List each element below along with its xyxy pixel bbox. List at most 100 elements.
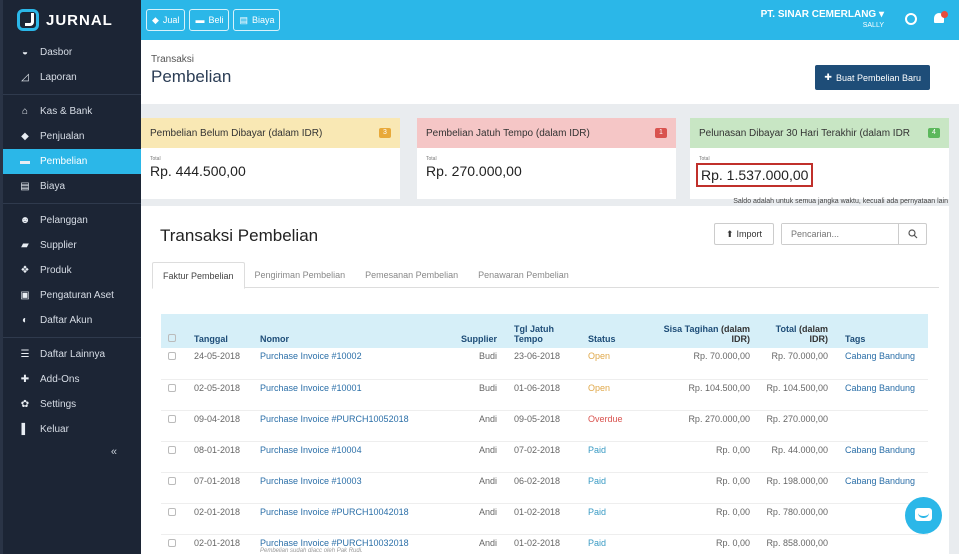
table-row[interactable]: 02-05-2018 Purchase Invoice #10001 Budi 01-… xyxy=(161,379,928,411)
company-switcher[interactable]: PT. SINAR CEMERLANG ▾ SALLY xyxy=(761,9,884,29)
sidebar-item-daftar-akun[interactable]: ◐ Daftar Akun xyxy=(3,308,141,333)
table-row[interactable]: 08-01-2018 Purchase Invoice #10004 Andi 07-… xyxy=(161,441,928,473)
sidebar-item-pengaturan-aset[interactable]: ▣ Pengaturan Aset xyxy=(3,283,141,308)
beli-button[interactable]: ▬ Beli xyxy=(189,9,230,31)
tab-pemesanan-pembelian[interactable]: Pemesanan Pembelian xyxy=(355,262,468,288)
row-select[interactable] xyxy=(161,503,191,535)
sidebar-item-penjualan[interactable]: ◆ Penjualan xyxy=(3,124,141,149)
tag-link[interactable]: Cabang Bandung xyxy=(845,383,915,393)
cube-icon: ❖ xyxy=(20,265,30,276)
purchase-tabs: Faktur Pembelian Pengiriman Pembelian Pe… xyxy=(152,262,939,289)
tab-penawaran-pembelian[interactable]: Penawaran Pembelian xyxy=(468,262,579,288)
sidebar-item-kas-bank[interactable]: ⌂ Kas & Bank xyxy=(3,99,141,124)
tab-faktur-pembelian[interactable]: Faktur Pembelian xyxy=(152,262,245,289)
sidebar-item-biaya[interactable]: ▤ Biaya xyxy=(3,174,141,199)
header-supplier[interactable]: Supplier xyxy=(450,314,500,348)
search-button[interactable] xyxy=(898,224,926,244)
breadcrumb[interactable]: Transaksi xyxy=(151,54,194,65)
logo[interactable]: JURNAL xyxy=(3,0,141,40)
sidebar-item-pelanggan[interactable]: ☻ Pelanggan xyxy=(3,208,141,233)
invoice-link[interactable]: Purchase Invoice #PURCH10042018 xyxy=(260,507,409,517)
row-select[interactable] xyxy=(161,441,191,473)
bell-icon[interactable] xyxy=(933,11,948,25)
page-title: Pembelian xyxy=(151,67,232,86)
cell-supplier: Andi xyxy=(450,410,500,442)
invoice-link[interactable]: Purchase Invoice #PURCH10032018 xyxy=(260,538,409,548)
header-tags[interactable]: Tags xyxy=(831,314,928,348)
tag-link[interactable]: Cabang Bandung xyxy=(845,476,915,486)
invoice-link[interactable]: Purchase Invoice #10004 xyxy=(260,445,362,455)
header-tanggal[interactable]: Tanggal xyxy=(191,314,257,348)
row-checkbox[interactable] xyxy=(168,507,176,516)
row-checkbox[interactable] xyxy=(168,476,176,485)
book-icon: ◐ xyxy=(21,315,29,326)
paid-last-30-days-card[interactable]: Pelunasan Dibayar 30 Hari Terakhir (dala… xyxy=(690,118,949,199)
row-checkbox[interactable] xyxy=(168,352,176,360)
select-all-checkbox[interactable] xyxy=(168,334,176,342)
sidebar-item-label: Penjualan xyxy=(40,131,85,142)
tag-link[interactable]: Cabang Bandung xyxy=(845,445,915,455)
unpaid-purchases-card[interactable]: Pembelian Belum Dibayar (dalam IDR) 3 To… xyxy=(141,118,400,199)
cell-tanggal: 07-01-2018 xyxy=(191,472,257,504)
sidebar-item-supplier[interactable]: ▰ Supplier xyxy=(3,233,141,258)
cell-tgl-jatuh-tempo: 01-02-2018 xyxy=(500,503,585,535)
row-select[interactable] xyxy=(161,410,191,442)
document-icon: ▤ xyxy=(20,181,30,192)
header-nomor[interactable]: Nomor xyxy=(257,314,450,348)
chat-bubble-button[interactable] xyxy=(905,497,942,534)
search-input[interactable] xyxy=(782,224,898,244)
row-select[interactable] xyxy=(161,472,191,504)
invoice-link[interactable]: Purchase Invoice #10003 xyxy=(260,476,362,486)
header-tgl-jatuh-tempo[interactable]: Tgl Jatuh Tempo xyxy=(500,314,585,348)
table-row[interactable]: 02-01-2018 Purchase Invoice #PURCH1004201… xyxy=(161,503,928,535)
header-total[interactable]: Total (dalam IDR) xyxy=(753,314,831,348)
tag-link[interactable]: Cabang Bandung xyxy=(845,351,915,361)
cell-tanggal: 02-05-2018 xyxy=(191,379,257,411)
invoice-link[interactable]: Purchase Invoice #10001 xyxy=(260,383,362,393)
row-checkbox[interactable] xyxy=(168,445,176,454)
document-icon: ▤ xyxy=(239,14,248,25)
select-all-header[interactable] xyxy=(161,314,191,348)
row-select[interactable] xyxy=(161,379,191,411)
sidebar-item-produk[interactable]: ❖ Produk xyxy=(3,258,141,283)
table-row[interactable]: 02-01-2018 Purchase Invoice #PURCH1003201… xyxy=(161,534,928,554)
tab-pengiriman-pembelian[interactable]: Pengiriman Pembelian xyxy=(245,262,356,288)
sidebar-item-add-ons[interactable]: ✚ Add-Ons xyxy=(3,367,141,392)
cell-sisa-tagihan: Rp. 104.500,00 xyxy=(653,379,753,411)
biaya-button[interactable]: ▤ Biaya xyxy=(233,9,281,31)
cell-tgl-jatuh-tempo: 01-06-2018 xyxy=(500,379,585,411)
sidebar-item-dasbor[interactable]: ◒ Dasbor xyxy=(3,40,141,65)
sidebar-item-keluar[interactable]: ▌ Keluar xyxy=(3,417,141,442)
cell-status: Paid xyxy=(585,503,653,535)
cell-sisa-tagihan: Rp. 0,00 xyxy=(653,503,753,535)
jual-button[interactable]: ◆ Jual xyxy=(146,9,186,31)
header-status[interactable]: Status xyxy=(585,314,653,348)
row-checkbox[interactable] xyxy=(168,414,176,423)
sidebar-item-laporan[interactable]: ◿ Laporan xyxy=(3,65,141,90)
cell-nomor: Purchase Invoice #PURCH10042018 xyxy=(257,503,450,535)
table-row[interactable]: 09-04-2018 Purchase Invoice #PURCH1005201… xyxy=(161,410,928,442)
sidebar-item-daftar-lainnya[interactable]: ☰ Daftar Lainnya xyxy=(3,342,141,367)
row-select[interactable] xyxy=(161,348,191,380)
sidebar-item-settings[interactable]: ✿ Settings xyxy=(3,392,141,417)
due-purchases-card[interactable]: Pembelian Jatuh Tempo (dalam IDR) 1 Tota… xyxy=(417,118,676,199)
card-header: Pelunasan Dibayar 30 Hari Terakhir (dala… xyxy=(690,118,949,148)
settings-icon: ✿ xyxy=(20,399,30,410)
clock-icon[interactable] xyxy=(905,13,917,25)
count-badge: 1 xyxy=(655,128,667,138)
table-row[interactable]: 24-05-2018 Purchase Invoice #10002 Budi 23-… xyxy=(161,348,928,380)
sidebar-item-label: Pelanggan xyxy=(40,215,88,226)
sidebar-item-pembelian[interactable]: ▬ Pembelian xyxy=(3,149,141,174)
import-button[interactable]: ⬆ Import xyxy=(714,223,774,245)
cell-tanggal: 02-01-2018 xyxy=(191,534,257,554)
create-purchase-button[interactable]: ✚ Buat Pembelian Baru xyxy=(815,65,930,90)
addon-icon: ✚ xyxy=(20,374,30,385)
invoice-link[interactable]: Purchase Invoice #PURCH10052018 xyxy=(260,414,409,424)
table-row[interactable]: 07-01-2018 Purchase Invoice #10003 Andi 06-… xyxy=(161,472,928,504)
header-sisa-tagihan[interactable]: Sisa Tagihan (dalam IDR) xyxy=(653,314,753,348)
invoice-link[interactable]: Purchase Invoice #10002 xyxy=(260,351,362,361)
row-checkbox[interactable] xyxy=(168,383,176,392)
row-select[interactable] xyxy=(161,534,191,554)
collapse-sidebar-button[interactable]: « xyxy=(3,446,141,458)
row-checkbox[interactable] xyxy=(168,538,176,547)
